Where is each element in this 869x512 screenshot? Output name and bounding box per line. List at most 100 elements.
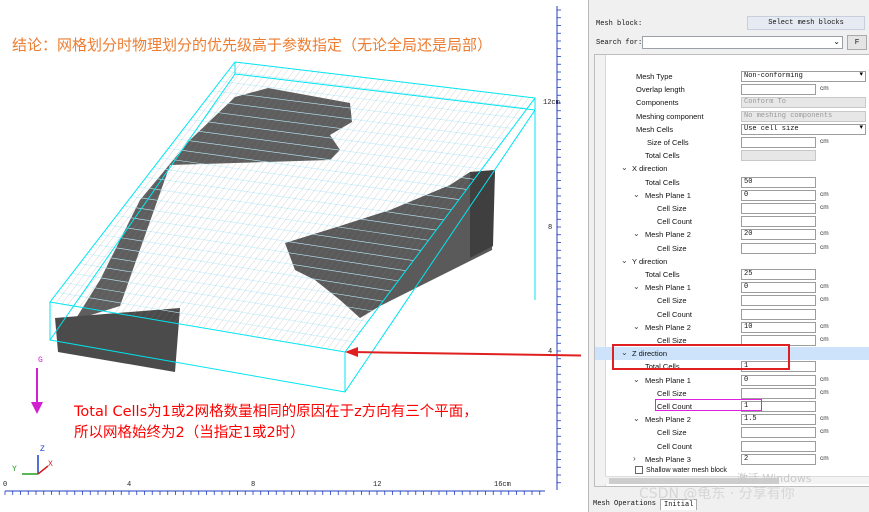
tree-property-row[interactable]: Mesh Cells Use cell size ▾	[595, 123, 869, 136]
triad-x-label: X	[48, 460, 53, 469]
property-label: Components	[636, 98, 679, 108]
property-label: Mesh Cells	[636, 124, 674, 134]
property-input: Conform To	[741, 97, 866, 109]
bottom-tick-label: 4	[127, 481, 132, 489]
property-input[interactable]	[741, 440, 816, 452]
property-label: Cell Size	[657, 204, 687, 213]
property-dropdown[interactable]: Non-conforming ▾	[741, 71, 866, 82]
z-direction-highlight-box	[612, 344, 790, 370]
tree-property-row[interactable]: Cell Count	[595, 308, 869, 321]
unit-label: cm	[820, 204, 829, 211]
tree-property-row[interactable]: ⌄ Mesh Plane 2 20 cm	[595, 228, 869, 241]
property-input[interactable]: 50	[741, 176, 816, 188]
property-label: Total Cells	[645, 270, 680, 279]
shallow-water-checkbox-row[interactable]: Shallow water mesh block	[635, 466, 727, 474]
property-label: Total Cells	[645, 151, 680, 161]
property-input[interactable]: 1.5	[741, 414, 816, 426]
chevron-down-icon[interactable]: ⌄	[833, 37, 840, 46]
property-tree[interactable]: Mesh Type Non-conforming ▾ Overlap length cm…	[594, 54, 869, 487]
tree-property-row[interactable]: Mesh Type Non-conforming ▾	[595, 70, 869, 83]
property-dropdown[interactable]: Use cell size ▾	[741, 123, 866, 135]
chevron-down-icon[interactable]: ⌄	[621, 256, 628, 265]
property-input[interactable]: 0	[741, 374, 816, 386]
obstacle-right	[285, 170, 495, 318]
unit-label: cm	[820, 230, 829, 238]
property-label: Mesh Plane 2	[645, 230, 691, 240]
chevron-down-icon[interactable]: ⌄	[633, 322, 640, 331]
tree-property-row[interactable]: Cell Size cm	[595, 387, 869, 400]
property-label: Y direction	[632, 256, 668, 266]
grid-line	[97, 67, 284, 311]
shallow-water-checkbox[interactable]	[635, 466, 643, 474]
chevron-down-icon[interactable]: ⌄	[633, 414, 640, 423]
grid-line	[55, 62, 242, 304]
property-input[interactable]	[741, 216, 816, 228]
tree-property-row[interactable]: Total Cells	[595, 149, 869, 162]
grid-line	[91, 66, 278, 310]
chevron-right-icon[interactable]: ›	[633, 454, 636, 463]
tree-property-row[interactable]: Cell Size cm	[595, 294, 869, 307]
property-input[interactable]	[741, 387, 816, 399]
tree-property-row[interactable]: Size of Cells cm	[595, 136, 869, 149]
property-input[interactable]: 25	[741, 269, 816, 280]
tree-property-row[interactable]: Components Conform To	[595, 96, 869, 109]
property-label: Mesh Plane 1	[645, 190, 691, 200]
chevron-down-icon[interactable]: ⌄	[633, 190, 640, 199]
property-input[interactable]: 20	[741, 229, 816, 241]
tree-property-row[interactable]: Total Cells 25	[595, 268, 869, 281]
shallow-water-label: Shallow water mesh block	[646, 466, 727, 474]
property-input[interactable]	[741, 295, 816, 307]
tree-property-row[interactable]: Cell Count	[595, 215, 869, 228]
property-value: 50	[744, 177, 753, 186]
right-tick-label: 4	[548, 348, 553, 356]
property-input[interactable]	[741, 427, 816, 439]
mesh-viewport[interactable]: 结论：网格划分时物理划分的优先级高于参数指定（无论全局还是局部） Total C…	[0, 0, 581, 512]
tree-property-row[interactable]: ⌄ Mesh Plane 1 0 cm	[595, 281, 869, 294]
property-input[interactable]	[741, 308, 816, 320]
property-value: 0	[744, 375, 749, 384]
unit-label: cm	[820, 283, 829, 291]
property-input[interactable]	[741, 137, 816, 148]
search-combobox[interactable]: ⌄	[642, 36, 843, 49]
cell-count-highlight-box	[655, 399, 762, 411]
tree-group-row[interactable]: ⌄ X direction	[595, 162, 869, 175]
property-label: Mesh Plane 1	[645, 375, 691, 385]
chevron-down-icon[interactable]: ⌄	[633, 282, 640, 291]
dropdown-arrow-icon[interactable]: ▾	[859, 125, 863, 133]
vertical-ruler-ticks	[557, 9, 561, 484]
property-value: Non-conforming	[744, 72, 803, 80]
tree-property-row[interactable]: ⌄ Mesh Plane 2 10 cm	[595, 321, 869, 334]
property-input[interactable]	[741, 242, 816, 254]
chevron-down-icon[interactable]: ⌄	[633, 375, 640, 384]
property-label: Overlap length	[636, 85, 685, 95]
tree-property-row[interactable]: Cell Size cm	[595, 202, 869, 215]
chevron-down-icon[interactable]: ⌄	[633, 229, 640, 238]
chevron-down-icon[interactable]: ⌄	[621, 163, 628, 172]
tree-property-row[interactable]: › Mesh Plane 3 2 cm	[595, 453, 869, 466]
tree-group-row[interactable]: ⌄ Y direction	[595, 255, 869, 268]
unit-label: cm	[820, 415, 829, 423]
right-tick-label: 8	[548, 224, 553, 232]
tree-property-row[interactable]: Total Cells 50	[595, 176, 869, 189]
tree-property-row[interactable]: Cell Count	[595, 440, 869, 453]
property-input[interactable]: 10	[741, 321, 816, 333]
property-label: Cell Count	[657, 441, 693, 451]
property-input[interactable]: 0	[741, 189, 816, 201]
property-input[interactable]	[741, 84, 816, 96]
csdn-watermark: CSDN @龟东 · 分享有你	[639, 486, 795, 502]
tree-property-row[interactable]: ⌄ Mesh Plane 2 1.5 cm	[595, 413, 869, 426]
property-input[interactable]	[741, 203, 816, 214]
filter-button[interactable]: F	[847, 35, 867, 50]
explanation-note: Total Cells为1或2网格数量相同的原因在于z方向有三个平面， 所以网格…	[74, 402, 478, 444]
tree-property-row[interactable]: Cell Size cm	[595, 426, 869, 439]
tree-property-row[interactable]: Meshing component No meshing components	[595, 110, 869, 123]
property-input[interactable]: 2	[741, 453, 816, 465]
select-mesh-blocks-button[interactable]: Select mesh blocks	[747, 16, 865, 30]
property-label: Cell Size	[657, 388, 687, 398]
property-input[interactable]: 0	[741, 282, 816, 294]
tree-property-row[interactable]: ⌄ Mesh Plane 1 0 cm	[595, 374, 869, 387]
tree-property-row[interactable]: Overlap length cm	[595, 83, 869, 96]
dropdown-arrow-icon[interactable]: ▾	[859, 72, 863, 80]
tree-property-row[interactable]: ⌄ Mesh Plane 1 0 cm	[595, 189, 869, 202]
tree-property-row[interactable]: Cell Size cm	[595, 242, 869, 255]
